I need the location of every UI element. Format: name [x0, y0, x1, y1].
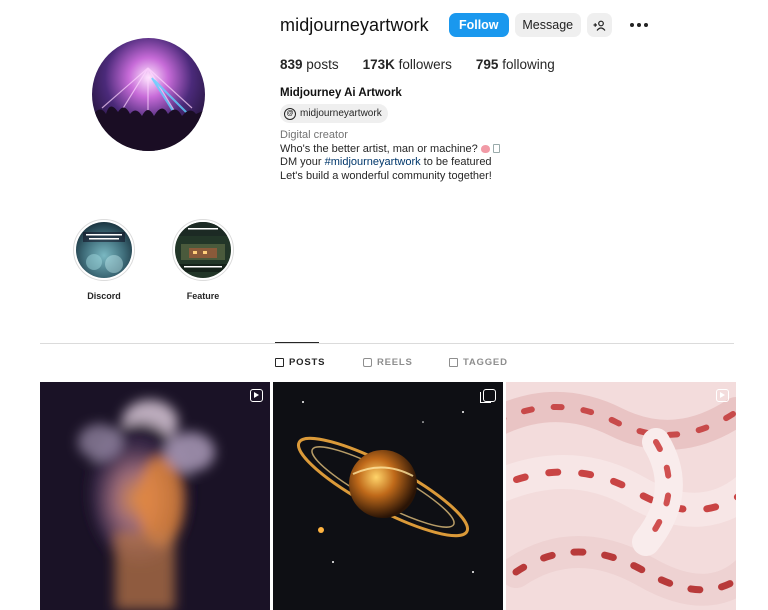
highlight-label: Discord [87, 291, 121, 301]
bio-line-1-text: Who's the better artist, man or machine? [280, 142, 478, 155]
bio-line-2: DM your #midjourneyartwork to be feature… [280, 156, 500, 170]
add-user-button[interactable] [586, 13, 612, 37]
tabs-divider [40, 343, 734, 344]
brain-emoji-icon [480, 144, 490, 153]
posts-count: 839 [280, 57, 303, 72]
following-label: following [502, 57, 555, 72]
followers-stat[interactable]: 173K followers [363, 57, 452, 72]
tab-reels-label: REELS [377, 357, 413, 368]
reel-icon [250, 389, 263, 402]
robot-emoji-icon [492, 144, 500, 154]
threads-icon: @ [284, 107, 296, 120]
reel-icon [716, 389, 729, 402]
tab-tagged-label: TAGGED [463, 357, 508, 368]
profile-full-name: Midjourney Ai Artwork [280, 87, 402, 99]
highlight-cover [172, 219, 234, 281]
highlight-cover [73, 219, 135, 281]
active-tab-indicator [275, 342, 319, 343]
posts-stat: 839 posts [280, 57, 339, 72]
post-tile[interactable] [506, 382, 736, 610]
follow-button[interactable]: Follow [448, 13, 509, 37]
bio-line-3: Let's build a wonderful community togeth… [280, 169, 492, 182]
post-tile[interactable] [273, 382, 503, 610]
bio-hashtag-link[interactable]: #midjourneyartwork [325, 156, 421, 168]
profile-username: midjourneyartwork [280, 14, 429, 35]
profile-header: midjourneyartwork Follow Message [280, 12, 648, 38]
reels-icon [363, 358, 372, 367]
tab-posts-label: POSTS [289, 357, 326, 368]
followers-count: 173K [362, 57, 395, 72]
profile-tabs: POSTS REELS TAGGED [0, 357, 768, 371]
multiple-images-icon [480, 389, 496, 403]
highlight-discord[interactable]: Discord [73, 219, 135, 301]
highlight-label: Feature [186, 291, 220, 301]
highlight-feature[interactable]: Feature [172, 219, 234, 301]
threads-badge[interactable]: @ midjourneyartwork [280, 104, 388, 123]
add-user-icon [593, 20, 606, 31]
tab-tagged[interactable]: TAGGED [449, 357, 508, 368]
bio-category: Digital creator [280, 129, 348, 141]
tab-posts[interactable]: POSTS [275, 357, 325, 368]
bio-line-2-pre: DM your [280, 156, 325, 169]
tab-reels[interactable]: REELS [363, 357, 413, 368]
following-stat[interactable]: 795 following [476, 57, 555, 72]
bio-line-2-post: to be featured [420, 156, 492, 169]
profile-avatar[interactable] [92, 38, 205, 151]
tagged-icon [449, 358, 458, 367]
bio-line-1: Who's the better artist, man or machine? [280, 143, 500, 157]
message-button[interactable]: Message [514, 13, 581, 37]
profile-bio: Digital creator Who's the better artist,… [280, 129, 500, 183]
following-count: 795 [475, 57, 499, 72]
followers-label: followers [398, 57, 452, 72]
posts-label: posts [306, 57, 339, 72]
threads-handle: midjourneyartwork [300, 108, 382, 119]
more-options-icon[interactable] [629, 23, 648, 27]
profile-stats: 839 posts 173K followers 795 following [280, 57, 579, 72]
post-tile[interactable] [40, 382, 270, 610]
grid-icon [275, 358, 284, 367]
